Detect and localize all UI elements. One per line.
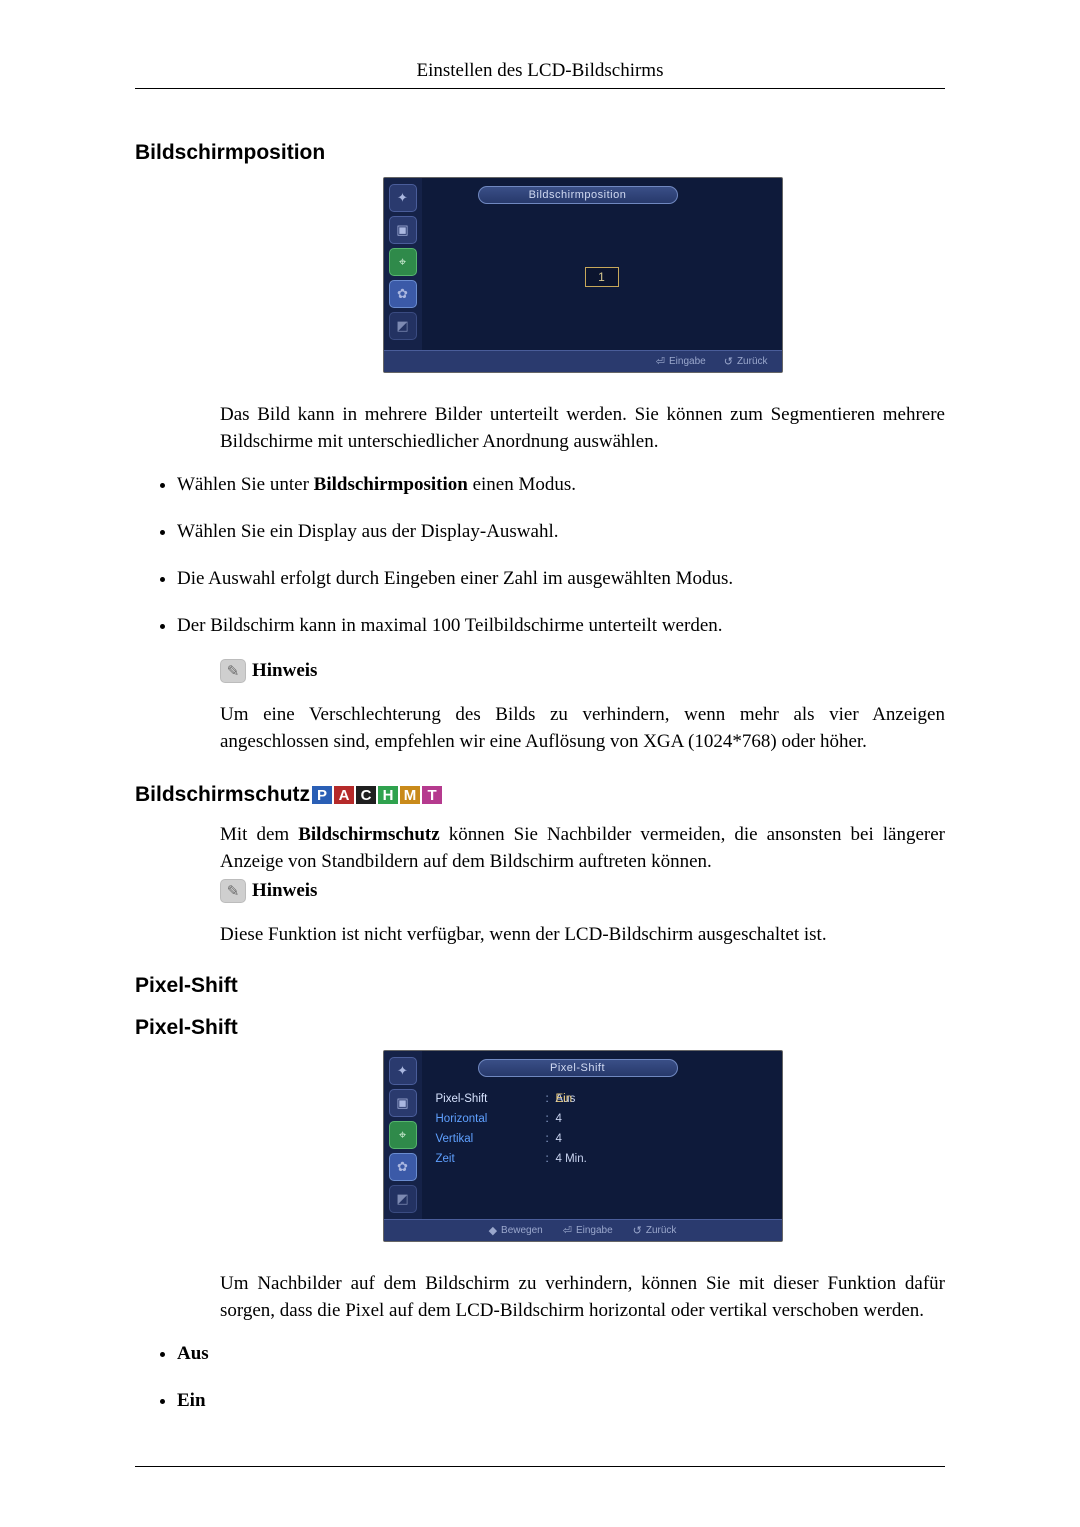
mode-badge-P: P bbox=[312, 786, 332, 804]
osd2-side-icon-2[interactable]: ▣ bbox=[389, 1089, 417, 1117]
osd-bildschirmposition: ✦ ▣ ⌖ ✿ ◩ Bildschirmposition 1 ⏎ Eingabe … bbox=[220, 177, 945, 373]
osd2-footer-enter: ⏎ Eingabe bbox=[563, 1224, 613, 1237]
osd-pixelshift: ✦ ▣ ⌖ ✿ ◩ Pixel-Shift Pixel-Shift : Aus bbox=[220, 1050, 945, 1242]
footer-divider bbox=[135, 1466, 945, 1467]
bildschirmposition-intro: Das Bild kann in mehrere Bilder untertei… bbox=[220, 401, 945, 455]
osd2-row-selected[interactable]: Ein bbox=[556, 1089, 768, 1109]
osd2-row-vertikal[interactable]: Vertikal : 4 bbox=[436, 1129, 768, 1149]
heading-pixelshift-1: Pixel-Shift bbox=[135, 974, 945, 998]
heading-bildschirmschutz: Bildschirmschutz P A C H M T bbox=[135, 783, 945, 807]
osd-side-icons: ✦ ▣ ⌖ ✿ ◩ bbox=[384, 178, 422, 350]
osd2-r4-sep: : bbox=[546, 1149, 556, 1169]
osd2-side-icon-1[interactable]: ✦ bbox=[389, 1057, 417, 1085]
mode-badge-H: H bbox=[378, 786, 398, 804]
mode-badge-C: C bbox=[356, 786, 376, 804]
bs-note-label: Hinweis bbox=[252, 880, 317, 902]
mode-badge-A: A bbox=[334, 786, 354, 804]
note-icon: ✎ bbox=[220, 879, 246, 903]
enter-icon: ⏎ bbox=[563, 1224, 572, 1237]
enter-icon: ⏎ bbox=[656, 355, 665, 368]
osd1-footer-enter: ⏎ Eingabe bbox=[656, 355, 706, 368]
osd2-side-icon-5[interactable]: ◩ bbox=[389, 1185, 417, 1213]
osd2-footer-move: ◆ Bewegen bbox=[489, 1224, 543, 1237]
bp-bullet-1: Wählen Sie unter Bildschirmposition eine… bbox=[177, 471, 945, 498]
heading-pixelshift-2: Pixel-Shift bbox=[135, 1016, 945, 1040]
mode-badge-M: M bbox=[400, 786, 420, 804]
pixelshift-bullets: Aus Ein bbox=[177, 1340, 945, 1414]
bp-note: ✎ Hinweis bbox=[220, 659, 945, 683]
bp-b1-pre: Wählen Sie unter bbox=[177, 474, 314, 495]
bp-note-label: Hinweis bbox=[252, 660, 317, 682]
osd-side-icon-5[interactable]: ◩ bbox=[389, 312, 417, 340]
osd2-r3-k: Vertikal bbox=[436, 1129, 546, 1149]
bs-intro-bold: Bildschirmschutz bbox=[298, 824, 439, 845]
pixelshift-intro: Um Nachbilder auf dem Bildschirm zu verh… bbox=[220, 1270, 945, 1324]
bs-note: ✎ Hinweis bbox=[220, 879, 945, 903]
osd2-r1-sep: : bbox=[546, 1089, 556, 1109]
back-icon: ↺ bbox=[633, 1224, 642, 1237]
osd-side-icon-1[interactable]: ✦ bbox=[389, 184, 417, 212]
heading-bildschirmposition-text: Bildschirmposition bbox=[135, 141, 325, 165]
osd2-r2-v: 4 bbox=[556, 1109, 562, 1129]
note-icon: ✎ bbox=[220, 659, 246, 683]
osd1-value[interactable]: 1 bbox=[585, 267, 619, 287]
osd2-r4-v: 4 Min. bbox=[556, 1149, 587, 1169]
bildschirmposition-bullets: Wählen Sie unter Bildschirmposition eine… bbox=[177, 471, 945, 639]
osd2-r3-sep: : bbox=[546, 1129, 556, 1149]
osd1-tab: Bildschirmposition bbox=[478, 186, 678, 204]
osd2-r4-k: Zeit bbox=[436, 1149, 546, 1169]
osd2-r2-sep: : bbox=[546, 1109, 556, 1129]
osd2-r1-k: Pixel-Shift bbox=[436, 1089, 546, 1109]
osd2-footer-back-label: Zurück bbox=[646, 1225, 677, 1236]
bp-b1-post: einen Modus. bbox=[468, 474, 576, 495]
osd1-footer: ⏎ Eingabe ↺ Zurück bbox=[384, 350, 782, 372]
osd-side-icon-2[interactable]: ▣ bbox=[389, 216, 417, 244]
ps-bullet-aus: Aus bbox=[177, 1340, 945, 1367]
heading-bildschirmschutz-text: Bildschirmschutz bbox=[135, 783, 310, 807]
mode-badge-T: T bbox=[422, 786, 442, 804]
bp-bullet-3: Die Auswahl erfolgt durch Eingeben einer… bbox=[177, 565, 945, 592]
bs-intro-pre: Mit dem bbox=[220, 824, 298, 845]
ps-b1: Aus bbox=[177, 1343, 209, 1364]
page-header-title: Einstellen des LCD-Bildschirms bbox=[135, 60, 945, 82]
back-icon: ↺ bbox=[724, 355, 733, 368]
osd2-side-icon-4[interactable]: ✿ bbox=[389, 1153, 417, 1181]
osd2-footer-back: ↺ Zurück bbox=[633, 1224, 677, 1237]
bp-b1-bold: Bildschirmposition bbox=[314, 474, 468, 495]
osd2-footer-move-label: Bewegen bbox=[501, 1225, 543, 1236]
osd1-footer-back: ↺ Zurück bbox=[724, 355, 768, 368]
bs-note-text: Diese Funktion ist nicht verfügbar, wenn… bbox=[220, 921, 945, 948]
osd2-r2-k: Horizontal bbox=[436, 1109, 546, 1129]
ps-b2: Ein bbox=[177, 1390, 206, 1411]
osd-side-icon-3[interactable]: ⌖ bbox=[389, 248, 417, 276]
osd-side-icon-4[interactable]: ✿ bbox=[389, 280, 417, 308]
osd2-side-icons: ✦ ▣ ⌖ ✿ ◩ bbox=[384, 1051, 422, 1219]
osd2-row-zeit[interactable]: Zeit : 4 Min. bbox=[436, 1149, 768, 1169]
heading-pixelshift-1-text: Pixel-Shift bbox=[135, 974, 238, 998]
bp-note-text: Um eine Verschlechterung des Bilds zu ve… bbox=[220, 701, 945, 755]
move-icon: ◆ bbox=[489, 1224, 497, 1237]
heading-bildschirmposition: Bildschirmposition bbox=[135, 141, 945, 165]
bp-bullet-2: Wählen Sie ein Display aus der Display-A… bbox=[177, 518, 945, 545]
heading-pixelshift-2-text: Pixel-Shift bbox=[135, 1016, 238, 1040]
osd2-footer: ◆ Bewegen ⏎ Eingabe ↺ Zurück bbox=[384, 1219, 782, 1241]
bp-bullet-4: Der Bildschirm kann in maximal 100 Teilb… bbox=[177, 612, 945, 639]
osd2-footer-enter-label: Eingabe bbox=[576, 1225, 613, 1236]
osd1-footer-back-label: Zurück bbox=[737, 356, 768, 367]
osd2-r3-v: 4 bbox=[556, 1129, 562, 1149]
osd1-footer-enter-label: Eingabe bbox=[669, 356, 706, 367]
header-divider bbox=[135, 88, 945, 89]
osd2-side-icon-3[interactable]: ⌖ bbox=[389, 1121, 417, 1149]
bs-intro: Mit dem Bildschirmschutz können Sie Nach… bbox=[220, 821, 945, 875]
osd2-row-horizontal[interactable]: Horizontal : 4 bbox=[436, 1109, 768, 1129]
osd2-r1-ein: Ein bbox=[556, 1093, 573, 1105]
ps-bullet-ein: Ein bbox=[177, 1387, 945, 1414]
osd2-tab: Pixel-Shift bbox=[478, 1059, 678, 1077]
